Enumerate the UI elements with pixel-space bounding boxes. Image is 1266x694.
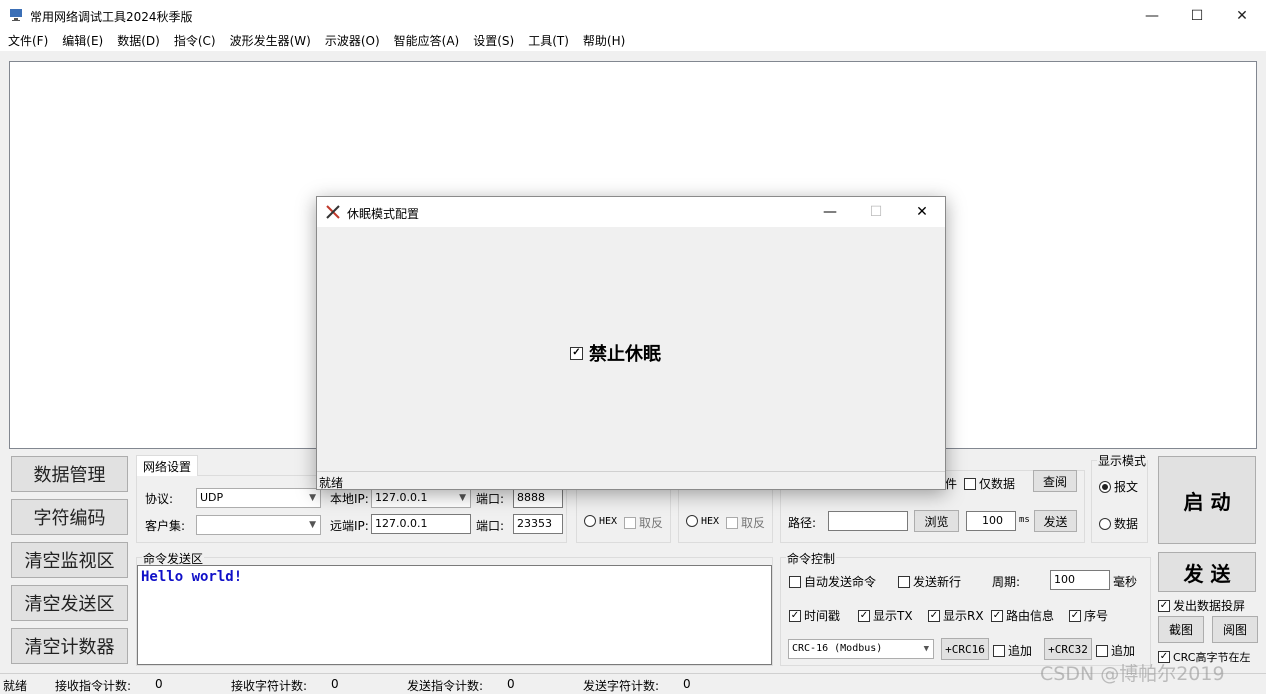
display-mode-title: 显示模式 (1097, 452, 1148, 469)
rx-hex-radio[interactable]: HEX (584, 515, 617, 527)
remote-port-input[interactable]: 23353 (513, 514, 563, 534)
watermark: CSDN @博帕尔2019 (1040, 663, 1225, 685)
period-input[interactable]: 100 (1050, 570, 1110, 590)
rx-char-count-label: 接收字符计数: (231, 679, 308, 693)
tools-icon (326, 205, 340, 219)
send-button[interactable]: 发 送 (1158, 552, 1256, 592)
menu-bar: 文件(F) 编辑(E) 数据(D) 指令(C) 波形发生器(W) 示波器(O) … (0, 31, 1266, 51)
timestamp-checkbox[interactable]: ✓ 时间戳 (789, 607, 840, 624)
file-label-tail: 件 (945, 477, 958, 491)
menu-data[interactable]: 数据(D) (117, 31, 160, 51)
close-button[interactable]: ✕ (1219, 0, 1265, 31)
sleep-mode-dialog: 休眠模式配置 — ☐ ✕ ✓ 禁止休眠 就绪 (316, 196, 946, 490)
period-label: 周期: (992, 575, 1021, 589)
command-send-textarea[interactable]: Hello world! (137, 565, 772, 665)
rx-cmd-count-label: 接收指令计数: (55, 679, 132, 693)
clear-send-button[interactable]: 清空发送区 (11, 585, 128, 621)
local-ip-select[interactable]: 127.0.0.1 ▼ (371, 488, 471, 508)
disable-sleep-checkbox[interactable]: ✓ 禁止休眠 (570, 340, 661, 366)
chevron-down-icon: ▼ (923, 644, 929, 654)
read-image-button[interactable]: 阅图 (1212, 616, 1258, 643)
ms-label: ms (1019, 515, 1030, 525)
clear-counter-button[interactable]: 清空计数器 (11, 628, 128, 664)
view-button[interactable]: 查阅 (1033, 470, 1077, 492)
rx-char-count: 0 (331, 677, 339, 691)
menu-help[interactable]: 帮助(H) (583, 31, 625, 51)
rx-cmd-count: 0 (155, 677, 163, 691)
title-bar: 常用网络调试工具2024秋季版 — ☐ ✕ (0, 0, 1266, 31)
tx-cmd-count-label: 发送指令计数: (407, 679, 484, 693)
chevron-down-icon: ▼ (459, 493, 466, 503)
minimize-button[interactable]: — (1129, 0, 1175, 31)
menu-waveform[interactable]: 波形发生器(W) (230, 31, 311, 51)
menu-settings[interactable]: 设置(S) (473, 31, 514, 51)
add-crc32-button[interactable]: +CRC32 (1044, 638, 1092, 660)
browse-button[interactable]: 浏览 (914, 510, 959, 532)
maximize-button[interactable]: ☐ (1174, 0, 1220, 31)
send-newline-checkbox[interactable]: 发送新行 (898, 573, 961, 590)
show-rx-checkbox[interactable]: ✓ 显示RX (928, 607, 984, 624)
file-send-button[interactable]: 发送 (1034, 510, 1077, 532)
start-button[interactable]: 启 动 (1158, 456, 1256, 544)
add-crc16-button[interactable]: +CRC16 (941, 638, 989, 660)
menu-command[interactable]: 指令(C) (174, 31, 216, 51)
remote-ip-label: 远端IP: (330, 519, 369, 533)
window-title: 常用网络调试工具2024秋季版 (30, 10, 193, 24)
local-port-input[interactable]: 8888 (513, 488, 563, 508)
tx-hex-radio[interactable]: HEX (686, 515, 719, 527)
dialog-maximize-button: ☐ (869, 204, 883, 220)
remote-ip-input[interactable]: 127.0.0.1 (371, 514, 471, 534)
send-screen-checkbox[interactable]: ✓ 发出数据投屏 (1158, 597, 1245, 614)
dialog-close-button[interactable]: ✕ (899, 197, 945, 227)
menu-smart-reply[interactable]: 智能应答(A) (394, 31, 460, 51)
display-data-radio[interactable]: 数据 (1099, 515, 1138, 532)
rx-invert-checkbox[interactable]: 取反 (624, 514, 663, 531)
protocol-select[interactable]: UDP ▼ (196, 488, 321, 508)
dialog-title: 休眠模式配置 (347, 207, 420, 221)
crc-select[interactable]: CRC-16 (Modbus) ▼ (788, 639, 934, 659)
protocol-label: 协议: (145, 492, 174, 506)
local-port-label: 端口: (476, 492, 505, 506)
tx-cmd-count: 0 (507, 677, 515, 691)
char-encoding-button[interactable]: 字符编码 (11, 499, 128, 535)
dialog-minimize-button[interactable]: — (807, 197, 853, 227)
display-message-radio[interactable]: 报文 (1099, 478, 1138, 495)
seq-checkbox[interactable]: ✓ 序号 (1069, 607, 1108, 624)
tx-char-count-label: 发送字符计数: (583, 679, 660, 693)
period-unit: 毫秒 (1113, 575, 1138, 589)
dialog-status: 就绪 (317, 471, 945, 490)
tab-network-settings[interactable]: 网络设置 (136, 455, 199, 476)
screenshot-button[interactable]: 截图 (1158, 616, 1204, 643)
app-monitor-icon (10, 9, 22, 21)
append-crc16-checkbox[interactable]: 追加 (993, 642, 1032, 659)
menu-edit[interactable]: 编辑(E) (62, 31, 103, 51)
local-ip-label: 本地IP: (330, 492, 369, 506)
remote-port-label: 端口: (476, 519, 505, 533)
data-manage-button[interactable]: 数据管理 (11, 456, 128, 492)
only-data-checkbox[interactable]: 仅数据 (964, 475, 1015, 492)
tx-invert-checkbox[interactable]: 取反 (726, 514, 765, 531)
append-crc32-checkbox[interactable]: 追加 (1096, 642, 1135, 659)
path-input[interactable] (828, 511, 908, 531)
status-ready: 就绪 (3, 679, 28, 693)
client-set-label: 客户集: (145, 519, 186, 533)
command-control-title: 命令控制 (786, 550, 837, 567)
menu-tools[interactable]: 工具(T) (528, 31, 569, 51)
show-tx-checkbox[interactable]: ✓ 显示TX (858, 607, 913, 624)
path-label: 路径: (788, 516, 817, 530)
route-info-checkbox[interactable]: ✓ 路由信息 (991, 607, 1054, 624)
clear-monitor-button[interactable]: 清空监视区 (11, 542, 128, 578)
chevron-down-icon: ▼ (309, 520, 316, 530)
interval-input[interactable]: 100 (966, 511, 1016, 531)
dialog-title-bar: 休眠模式配置 — ☐ ✕ (317, 197, 945, 227)
menu-oscilloscope[interactable]: 示波器(O) (325, 31, 380, 51)
chevron-down-icon: ▼ (309, 493, 316, 503)
auto-send-checkbox[interactable]: 自动发送命令 (789, 573, 876, 590)
menu-file[interactable]: 文件(F) (8, 31, 48, 51)
tx-char-count: 0 (683, 677, 691, 691)
client-set-select[interactable]: ▼ (196, 515, 321, 535)
